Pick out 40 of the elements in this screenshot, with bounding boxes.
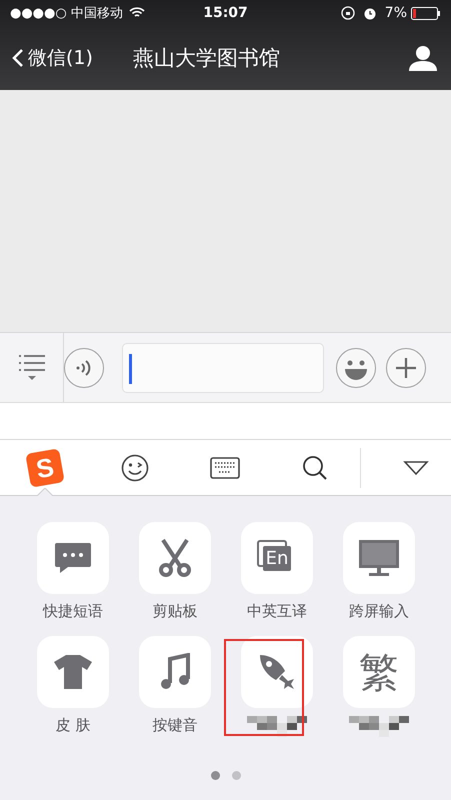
- translate-icon: En: [262, 546, 292, 570]
- tool-label: 跨屏输入: [349, 602, 409, 622]
- pixelated-label-drawing: [245, 716, 309, 737]
- rocket-icon: [258, 653, 296, 691]
- chat-title: 燕山大学图书馆: [132, 45, 280, 72]
- rotation-lock-icon: [340, 6, 355, 20]
- page-dot[interactable]: [232, 771, 240, 780]
- tool-label: 快捷短语: [43, 602, 103, 622]
- menu-icon[interactable]: [18, 352, 46, 382]
- plus-icon: [395, 356, 417, 378]
- page-dot[interactable]: [210, 771, 220, 780]
- message-icon: [54, 541, 92, 575]
- traditional-chinese-icon: 繁: [359, 644, 399, 700]
- back-button[interactable]: 微信(1): [12, 45, 93, 71]
- tool-label: 皮 肤: [56, 716, 90, 736]
- tool-label: 中英互译: [247, 602, 307, 622]
- tool-label: 按键音: [152, 716, 198, 736]
- battery-icon: [411, 6, 442, 20]
- wifi-icon: [128, 7, 145, 19]
- tool-label: 剪贴板: [152, 602, 198, 622]
- clock-time: 15:07: [203, 5, 248, 21]
- scissors-icon: [157, 538, 193, 578]
- pixelated-label-drawing: [347, 716, 411, 737]
- keyboard-icon: [210, 456, 240, 478]
- message-input[interactable]: [122, 342, 324, 392]
- monitor-icon: [358, 539, 400, 577]
- carrier-name: ●●●●○ 中国移动: [10, 5, 123, 22]
- music-note-icon: [158, 653, 192, 691]
- emoji-button[interactable]: [336, 348, 376, 388]
- search-icon: [302, 454, 328, 480]
- battery-percentage: 7%: [384, 5, 408, 21]
- back-chevron-icon: [12, 48, 24, 68]
- wink-face-icon: [121, 454, 149, 482]
- add-button[interactable]: [386, 348, 426, 388]
- sogou-logo: S: [25, 448, 65, 488]
- collapse-icon[interactable]: [403, 460, 429, 476]
- voice-button[interactable]: [64, 348, 104, 388]
- profile-icon[interactable]: [409, 45, 437, 71]
- alarm-icon: [362, 6, 377, 20]
- t-shirt-icon: [53, 654, 93, 690]
